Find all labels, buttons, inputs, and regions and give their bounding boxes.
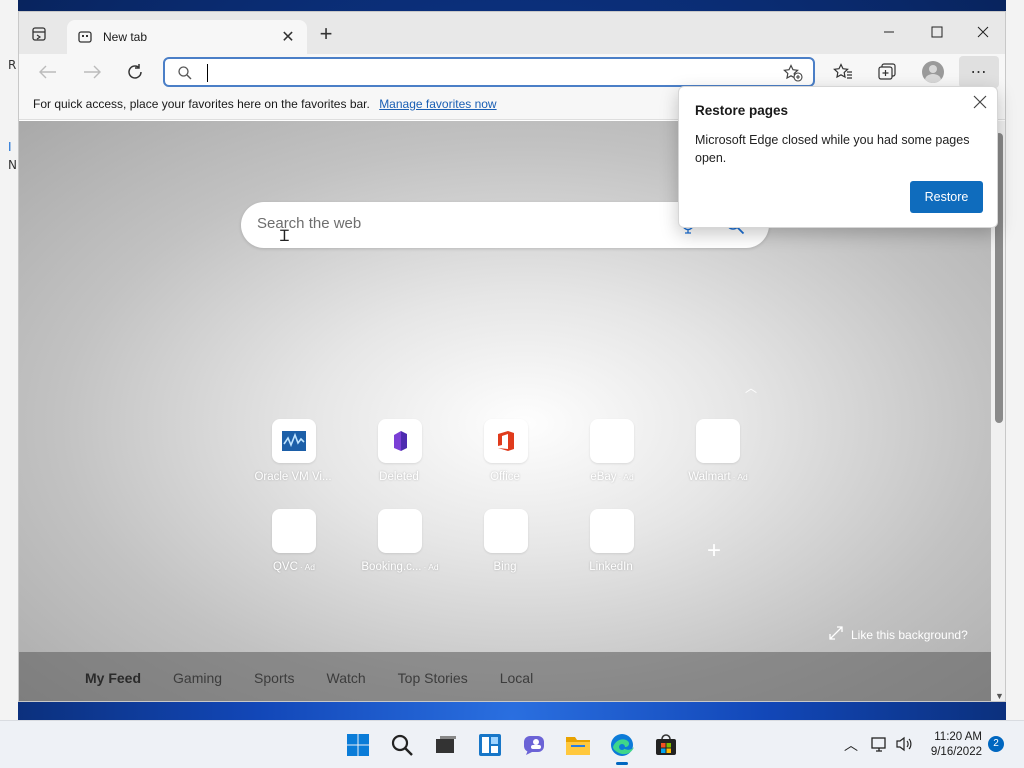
qvc-icon bbox=[272, 509, 316, 553]
ebay-icon bbox=[590, 419, 634, 463]
like-background-label: Like this background? bbox=[851, 627, 968, 642]
new-tab-button[interactable]: + bbox=[315, 23, 337, 46]
feed-tab-local[interactable]: Local bbox=[500, 670, 533, 686]
quick-link-label: Deleted bbox=[379, 471, 419, 483]
toolbar: ⋯ bbox=[19, 54, 1005, 90]
back-button[interactable] bbox=[35, 60, 61, 84]
store-icon[interactable] bbox=[650, 729, 682, 761]
quick-link-oracle-vm[interactable]: Oracle VM Vi... bbox=[241, 419, 347, 483]
search-icon[interactable] bbox=[386, 729, 418, 761]
ad-badge: · Ad bbox=[618, 472, 634, 482]
walmart-icon bbox=[696, 419, 740, 463]
start-icon[interactable] bbox=[342, 729, 374, 761]
feed-tab-bar: My Feed Gaming Sports Watch Top Stories … bbox=[19, 652, 991, 701]
quick-link-bing[interactable]: Bing bbox=[453, 509, 559, 573]
favorites-bar-message: For quick access, place your favorites h… bbox=[33, 97, 370, 111]
quick-link-label: Oracle VM Vi... bbox=[254, 471, 332, 483]
widgets-icon[interactable] bbox=[474, 729, 506, 761]
expand-icon bbox=[829, 626, 843, 643]
feed-tab-watch[interactable]: Watch bbox=[327, 670, 366, 686]
ad-badge: · Ad bbox=[732, 472, 748, 482]
restore-button[interactable]: Restore bbox=[910, 181, 983, 213]
feed-tab-gaming[interactable]: Gaming bbox=[173, 670, 222, 686]
ad-badge: · Ad bbox=[299, 562, 316, 572]
tab-actions-icon[interactable] bbox=[29, 24, 49, 44]
refresh-button[interactable] bbox=[122, 60, 148, 84]
maximize-button[interactable] bbox=[917, 18, 957, 46]
clock-time: 11:20 AM bbox=[934, 731, 982, 743]
quick-link-label: LinkedIn bbox=[589, 561, 633, 573]
desktop-right-strip bbox=[1006, 0, 1024, 720]
address-input[interactable] bbox=[205, 63, 765, 83]
show-hidden-icons-chevron-icon[interactable]: ︿ bbox=[844, 735, 858, 755]
tab-title: New tab bbox=[103, 30, 148, 44]
dialog-message: Microsoft Edge closed while you had some… bbox=[695, 133, 970, 165]
quick-link-label: Office bbox=[490, 471, 520, 483]
system-clock[interactable]: 11:20 AM 9/16/2022 bbox=[924, 730, 982, 760]
web-search-input[interactable] bbox=[257, 215, 657, 232]
quick-link-label: Bing bbox=[493, 561, 517, 573]
volume-icon[interactable] bbox=[895, 736, 913, 757]
forward-button[interactable] bbox=[79, 60, 105, 84]
address-bar[interactable] bbox=[163, 57, 815, 87]
restore-pages-dialog: Restore pages Microsoft Edge closed whil… bbox=[678, 86, 998, 228]
clock-date: 9/16/2022 bbox=[930, 746, 982, 758]
quick-link-label: QVC bbox=[272, 561, 298, 573]
linkedin-icon bbox=[590, 509, 634, 553]
chat-icon[interactable] bbox=[518, 729, 550, 761]
quick-link-ebay[interactable]: eBay · Ad bbox=[559, 419, 665, 483]
edge-icon[interactable] bbox=[606, 729, 638, 765]
feed-tab-sports[interactable]: Sports bbox=[254, 670, 294, 686]
close-dialog-icon[interactable] bbox=[973, 95, 987, 114]
text-caret bbox=[207, 64, 208, 82]
quick-link-office[interactable]: Office bbox=[453, 419, 559, 483]
desktop-icon-label[interactable]: R bbox=[8, 58, 16, 72]
notification-badge[interactable]: 2 bbox=[988, 736, 1004, 752]
add-favorite-icon[interactable] bbox=[783, 64, 803, 87]
ad-badge: · Ad bbox=[423, 562, 439, 572]
close-window-button[interactable] bbox=[963, 18, 1003, 46]
close-tab-icon[interactable]: ✕ bbox=[279, 27, 297, 47]
oracle-vm-icon bbox=[272, 419, 316, 463]
like-background-button[interactable]: Like this background? bbox=[829, 626, 968, 643]
desktop-left-strip: R I N bbox=[0, 0, 18, 720]
feed-tab-top-stories[interactable]: Top Stories bbox=[398, 670, 468, 686]
text-cursor-icon: Ɪ bbox=[280, 226, 289, 245]
file-explorer-icon[interactable] bbox=[562, 729, 594, 761]
scroll-down-arrow-icon[interactable]: ▼ bbox=[995, 691, 1004, 701]
favorites-icon[interactable] bbox=[829, 60, 857, 84]
quick-link-deleted[interactable]: Deleted bbox=[347, 419, 453, 483]
quick-link-label: eBay bbox=[590, 471, 617, 483]
settings-and-more-button[interactable]: ⋯ bbox=[959, 56, 999, 88]
search-icon bbox=[177, 65, 193, 86]
quick-link-label: Booking.c... bbox=[361, 561, 422, 573]
collapse-chevron-icon[interactable]: ︿ bbox=[745, 379, 757, 396]
deleted-site-icon bbox=[378, 419, 422, 463]
avatar bbox=[922, 61, 944, 83]
booking-icon bbox=[378, 509, 422, 553]
office-icon bbox=[484, 419, 528, 463]
quick-link-qvc[interactable]: QVC · Ad bbox=[241, 509, 347, 573]
feed-tab-my-feed[interactable]: My Feed bbox=[85, 670, 141, 686]
profile-button[interactable] bbox=[919, 60, 947, 84]
minimize-button[interactable] bbox=[869, 18, 909, 46]
quick-link-walmart[interactable]: Walmart · Ad bbox=[665, 419, 771, 483]
collections-icon[interactable] bbox=[873, 60, 901, 84]
quick-link-label: Walmart bbox=[688, 471, 731, 483]
new-tab-page-icon bbox=[77, 29, 93, 45]
active-app-indicator bbox=[616, 762, 628, 765]
quick-link-booking[interactable]: Booking.c... · Ad bbox=[347, 509, 453, 573]
add-quick-link-button[interactable]: + bbox=[707, 537, 721, 565]
title-bar: New tab ✕ + bbox=[19, 12, 1005, 54]
quick-link-linkedin[interactable]: LinkedIn bbox=[559, 509, 665, 573]
desktop-icon-label[interactable]: N bbox=[8, 158, 17, 172]
taskbar: ︿ 11:20 AM 9/16/2022 2 bbox=[0, 720, 1024, 768]
desktop-icon-label[interactable]: I bbox=[8, 140, 12, 154]
tab-new-tab[interactable]: New tab ✕ bbox=[67, 20, 307, 54]
dialog-title: Restore pages bbox=[695, 103, 789, 118]
bing-icon bbox=[484, 509, 528, 553]
network-icon[interactable] bbox=[870, 736, 888, 757]
manage-favorites-link[interactable]: Manage favorites now bbox=[379, 97, 496, 111]
task-view-icon[interactable] bbox=[430, 729, 462, 761]
